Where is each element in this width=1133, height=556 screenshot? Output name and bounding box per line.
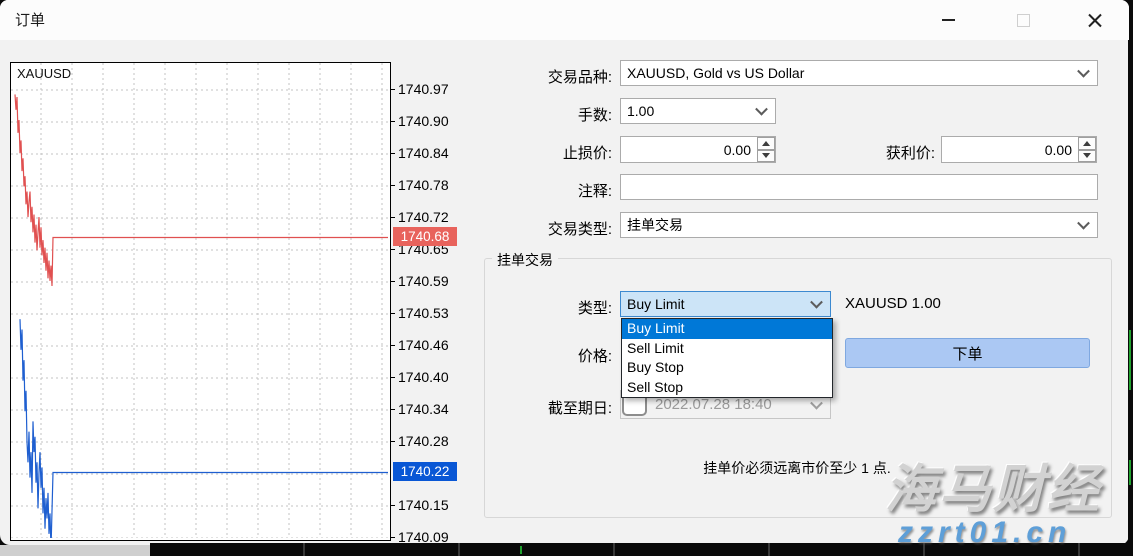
dialog-title: 订单 <box>15 9 45 30</box>
price-tick-mark <box>390 313 395 314</box>
price-tick-mark <box>390 377 395 378</box>
minimize-button[interactable] <box>925 0 971 40</box>
trade-type-combobox-value: 挂单交易 <box>627 213 683 237</box>
symbol-combobox-value: XAUUSD, Gold vs US Dollar <box>627 61 804 85</box>
price-tick-mark <box>390 409 395 410</box>
price-tick-label: 1740.34 <box>398 401 449 417</box>
spin-down-button[interactable] <box>1078 150 1096 163</box>
symbol-combobox[interactable]: XAUUSD, Gold vs US Dollar <box>620 60 1098 86</box>
order-type-option[interactable]: Sell Limit <box>622 339 832 359</box>
order-summary: XAUUSD 1.00 <box>845 295 941 312</box>
price-label: 价格: <box>480 345 612 366</box>
price-tick-mark <box>390 121 395 122</box>
price-tick-label: 1740.53 <box>398 305 449 321</box>
price-tick-mark <box>390 537 395 538</box>
order-type-combobox[interactable]: Buy Limit <box>620 291 831 317</box>
arrow-down-icon <box>762 153 770 158</box>
price-tick-mark <box>390 185 395 186</box>
order-type-option[interactable]: Buy Limit <box>622 319 832 339</box>
background-window-edge <box>0 545 150 556</box>
stoploss-label: 止损价: <box>480 142 612 163</box>
close-icon <box>1088 13 1102 27</box>
order-type-option[interactable]: Buy Stop <box>622 358 832 378</box>
arrow-up-icon <box>1083 141 1091 146</box>
stoploss-value: 0.00 <box>724 137 751 162</box>
comment-input[interactable] <box>620 174 1098 200</box>
price-tick-mark <box>390 217 395 218</box>
arrow-down-icon <box>1083 153 1091 158</box>
bid-price-badge: 1740.22 <box>393 462 457 481</box>
spin-down-button[interactable] <box>757 150 775 163</box>
pending-order-group-label: 挂单交易 <box>492 250 558 270</box>
price-tick-label: 1740.40 <box>398 369 449 385</box>
expiry-label: 截至期日: <box>470 397 612 418</box>
price-tick-label: 1740.59 <box>398 273 449 289</box>
chart-symbol-label: XAUUSD <box>17 66 71 81</box>
spin-up-button[interactable] <box>757 137 775 150</box>
price-scale: 1740.97 1740.90 1740.84 1740.78 1740.72 1740.… <box>396 62 458 544</box>
price-tick-label: 1740.90 <box>398 113 449 129</box>
price-tick-label: 1740.97 <box>398 81 449 97</box>
price-tick-label: 1740.72 <box>398 209 449 225</box>
spin-up-button[interactable] <box>1078 137 1096 150</box>
stoploss-spinbox[interactable]: 0.00 <box>620 136 776 163</box>
price-tick-label: 1740.78 <box>398 177 449 193</box>
price-tick-mark <box>390 441 395 442</box>
chevron-down-icon <box>810 396 823 409</box>
takeprofit-value: 0.00 <box>1045 137 1072 162</box>
takeprofit-spinner <box>1078 137 1096 162</box>
trade-type-label: 交易类型: <box>480 218 612 239</box>
volume-combobox[interactable]: 1.00 <box>620 98 776 124</box>
price-tick-mark <box>390 505 395 506</box>
takeprofit-label: 获利价: <box>820 142 935 163</box>
order-type-dropdown-list: Buy LimitSell LimitBuy StopSell Stop <box>621 318 833 398</box>
arrow-up-icon <box>762 141 770 146</box>
watermark-text: 海马财经 <box>885 447 1101 522</box>
volume-combobox-value: 1.00 <box>627 99 654 123</box>
chevron-down-icon <box>755 103 768 116</box>
candle-sliver <box>1129 330 1131 390</box>
takeprofit-spinbox[interactable]: 0.00 <box>941 136 1097 163</box>
trade-type-combobox[interactable]: 挂单交易 <box>620 212 1098 238</box>
axis-tick <box>520 546 522 554</box>
price-tick-label: 1740.28 <box>398 433 449 449</box>
price-tick-mark <box>390 249 395 250</box>
chevron-down-icon <box>810 296 823 309</box>
chevron-down-icon <box>1077 217 1090 230</box>
order-type-label: 类型: <box>480 297 612 318</box>
price-tick-mark <box>390 345 395 346</box>
candle-sliver <box>1129 460 1131 485</box>
tick-chart: XAUUSD <box>10 62 391 541</box>
price-tick-label: 1740.46 <box>398 337 449 353</box>
price-tick-mark <box>390 89 395 90</box>
price-tick-label: 1740.15 <box>398 497 449 513</box>
price-tick-label: 1740.84 <box>398 145 449 161</box>
maximize-button[interactable] <box>1000 0 1046 40</box>
ask-price-badge: 1740.68 <box>393 227 457 246</box>
order-type-option[interactable]: Sell Stop <box>622 378 832 398</box>
comment-label: 注释: <box>480 180 612 201</box>
minimize-icon <box>942 19 955 21</box>
title-bar: 订单 <box>0 0 1129 40</box>
maximize-icon <box>1017 14 1030 27</box>
screen: 订单 XAUUSD 1740.971740.901740.841740.7817… <box>0 0 1133 556</box>
volume-label: 手数: <box>480 104 612 125</box>
place-order-button[interactable]: 下单 <box>845 338 1090 368</box>
symbol-label: 交易品种: <box>480 66 612 87</box>
watermark-url: zzrt01.cn <box>898 516 1071 550</box>
price-tick-mark <box>390 281 395 282</box>
background-chart-sliver <box>1128 40 1133 556</box>
price-tick-mark <box>390 153 395 154</box>
chevron-down-icon <box>1077 65 1090 78</box>
stoploss-spinner <box>757 137 775 162</box>
order-type-combobox-value: Buy Limit <box>627 292 685 316</box>
close-button[interactable] <box>1072 0 1118 40</box>
tick-chart-canvas <box>11 63 388 538</box>
